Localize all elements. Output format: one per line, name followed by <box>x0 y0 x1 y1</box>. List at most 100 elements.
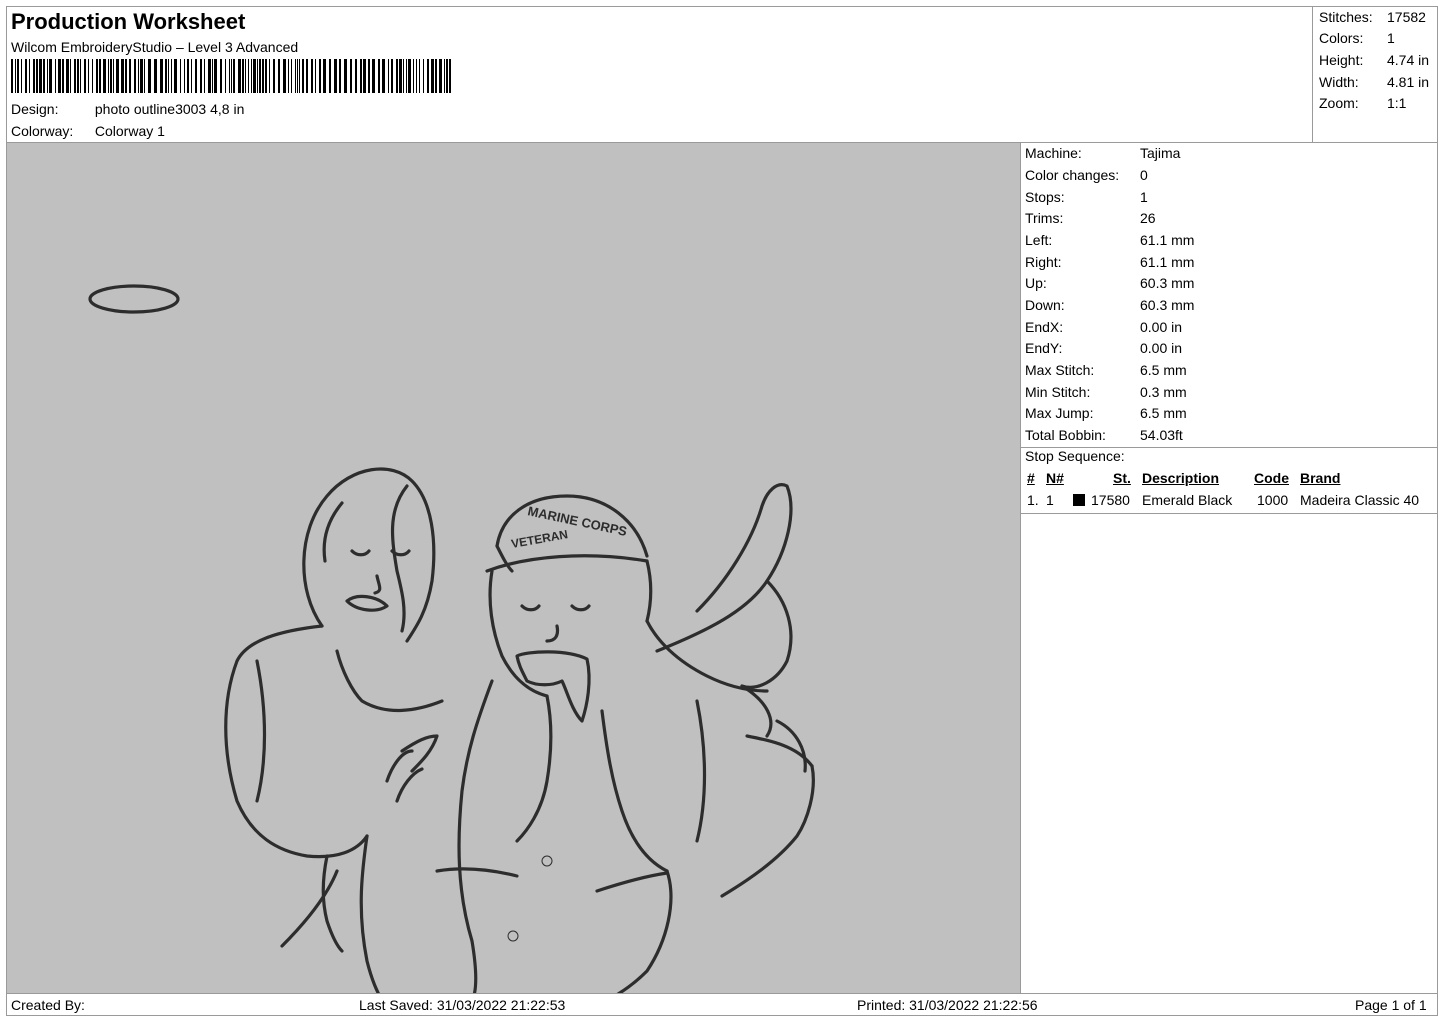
worksheet-footer: Created By: Last Saved: 31/03/2022 21:22… <box>7 993 1437 1015</box>
barcode-bar <box>319 59 321 93</box>
stops-label: Stops: <box>1025 189 1065 205</box>
barcode-bar <box>278 59 280 93</box>
min-stitch-value: 0.3 mm <box>1140 384 1187 400</box>
production-worksheet: Production Worksheet Wilcom EmbroiderySt… <box>6 6 1438 1016</box>
section-divider <box>1021 513 1437 514</box>
barcode-bar <box>212 59 213 93</box>
stat-width: Width: 4.81 in <box>1319 74 1437 90</box>
min-stitch-label: Min Stitch: <box>1025 384 1091 400</box>
machine-label: Machine: <box>1025 145 1082 161</box>
colorway-row: Colorway: Colorway 1 <box>11 123 165 139</box>
row-code: 1000 <box>1257 492 1289 508</box>
stat-value: 17582 <box>1387 9 1426 25</box>
row-stitches: 17580 <box>1091 492 1130 508</box>
color-changes-row: Color changes: 0 <box>1025 167 1148 183</box>
barcode-bar <box>269 59 270 93</box>
col-index: # <box>1027 470 1035 486</box>
thread-color-swatch <box>1073 494 1085 506</box>
barcode-bar <box>99 59 101 93</box>
halo-shape <box>88 284 180 314</box>
stops-value: 1 <box>1140 189 1148 205</box>
barcode-bar <box>121 59 124 93</box>
barcode-bar <box>231 59 232 93</box>
barcode-bar <box>66 59 69 93</box>
row-description: Emerald Black <box>1142 492 1233 508</box>
barcode-bar <box>248 59 249 93</box>
barcode-bar <box>154 59 157 93</box>
up-label: Up: <box>1025 275 1047 291</box>
max-jump-row: Max Jump: 6.5 mm <box>1025 405 1187 421</box>
barcode-bar <box>283 59 286 93</box>
embroidery-design-image: MARINE CORPS VETERAN <box>88 284 815 1003</box>
worksheet-header: Production Worksheet Wilcom EmbroiderySt… <box>7 7 1313 143</box>
left-row: Left: 61.1 mm <box>1025 232 1194 248</box>
barcode-bar <box>299 59 300 93</box>
machine-row: Machine: Tajima <box>1025 145 1180 161</box>
barcode-bar <box>265 59 267 93</box>
barcode-bar <box>43 59 45 93</box>
design-preview: MARINE CORPS VETERAN <box>7 143 1021 1003</box>
barcode-bar <box>334 59 337 93</box>
colorway-label: Colorway: <box>11 123 74 139</box>
left-value: 61.1 mm <box>1140 232 1195 248</box>
design-row: Design: photo outline3003 4,8 in <box>11 101 244 117</box>
barcode-bar <box>220 59 222 93</box>
stat-value: 1:1 <box>1387 95 1407 111</box>
wing-shape <box>655 483 793 653</box>
barcode-bar <box>406 59 407 93</box>
barcode-bar <box>168 59 169 93</box>
barcode-bar <box>58 59 61 93</box>
barcode-bar <box>62 59 64 93</box>
barcode-bar <box>396 59 398 93</box>
barcode-bar <box>295 59 296 93</box>
software-name: Wilcom EmbroideryStudio – Level 3 Advanc… <box>11 39 299 55</box>
barcode-bar <box>311 59 313 93</box>
col-needle: N# <box>1046 470 1064 486</box>
barcode-bar <box>344 59 347 93</box>
barcode <box>11 59 451 93</box>
barcode-bar <box>80 59 81 93</box>
right-row: Right: 61.1 mm <box>1025 254 1194 270</box>
barcode-bar <box>382 59 385 93</box>
barcode-bar <box>427 59 429 93</box>
barcode-bar <box>204 59 205 93</box>
shirt-button <box>541 855 553 867</box>
cap-text-bottom: VETERAN <box>510 527 569 551</box>
last-saved: Last Saved: 31/03/2022 21:22:53 <box>359 997 566 1013</box>
endx-row: EndX: 0.00 in <box>1025 319 1182 335</box>
stat-label: Height: <box>1319 52 1364 68</box>
total-bobbin-label: Total Bobbin: <box>1025 427 1106 443</box>
endx-label: EndX: <box>1025 319 1064 335</box>
barcode-bar <box>113 59 114 93</box>
barcode-bar <box>233 59 235 93</box>
endy-row: EndY: 0.00 in <box>1025 340 1182 356</box>
stat-stitches: Stitches: 17582 <box>1319 9 1437 25</box>
barcode-bar <box>148 59 151 93</box>
barcode-bar <box>329 59 331 93</box>
barcode-bar <box>339 59 341 93</box>
barcode-bar <box>29 59 30 93</box>
barcode-bar <box>125 59 127 93</box>
barcode-bar <box>88 59 89 93</box>
barcode-bar <box>96 59 98 93</box>
barcode-bar <box>288 59 289 93</box>
barcode-bar <box>55 59 56 93</box>
barcode-bar <box>110 59 112 93</box>
stops-row: Stops: 1 <box>1025 189 1148 205</box>
down-row: Down: 60.3 mm <box>1025 297 1194 313</box>
left-label: Left: <box>1025 232 1053 248</box>
min-stitch-row: Min Stitch: 0.3 mm <box>1025 384 1187 400</box>
max-stitch-label: Max Stitch: <box>1025 362 1095 378</box>
barcode-bar <box>144 59 145 93</box>
col-brand: Brand <box>1300 470 1341 486</box>
endy-value: 0.00 in <box>1140 340 1183 356</box>
barcode-bar <box>229 59 230 93</box>
max-jump-label: Max Jump: <box>1025 405 1094 421</box>
colorway-value: Colorway 1 <box>94 123 165 139</box>
barcode-bar <box>444 59 445 93</box>
stat-label: Colors: <box>1319 30 1364 46</box>
barcode-bar <box>408 59 411 93</box>
shirt-button <box>507 930 519 942</box>
trims-label: Trims: <box>1025 210 1064 226</box>
barcode-bar <box>446 59 448 93</box>
